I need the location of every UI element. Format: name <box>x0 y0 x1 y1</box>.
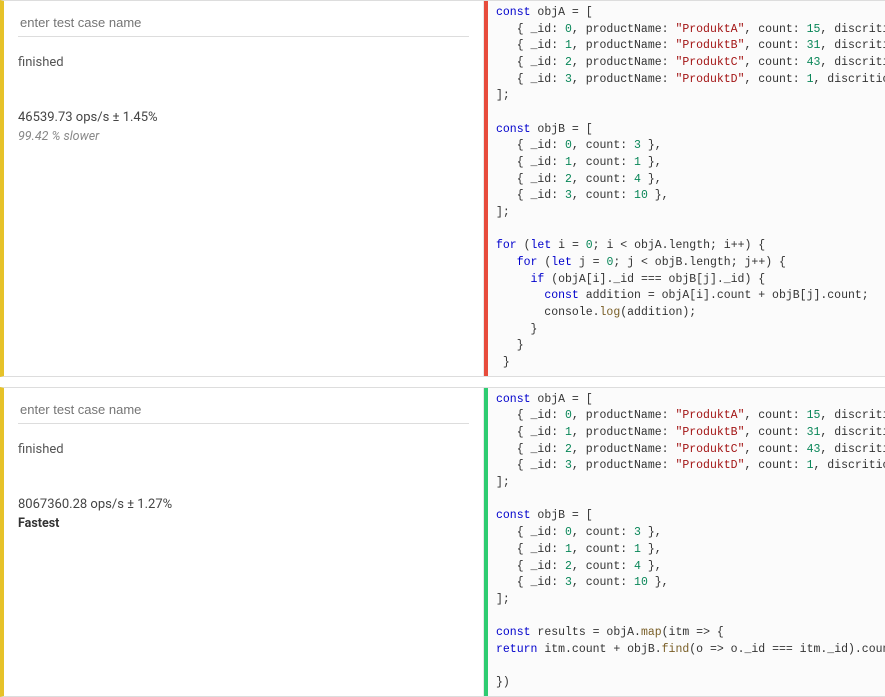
code-pane[interactable]: const objA = [ { _id: 0, productName: "P… <box>484 388 885 696</box>
test-name-input[interactable] <box>18 9 469 37</box>
test-status: finished <box>18 55 469 70</box>
test-case-row: finished 8067360.28 ops/s ± 1.27% Fastes… <box>0 387 885 697</box>
test-left-pane: finished 8067360.28 ops/s ± 1.27% Fastes… <box>4 388 484 696</box>
test-name-input[interactable] <box>18 396 469 424</box>
test-ops: 8067360.28 ops/s ± 1.27% <box>18 497 469 512</box>
test-left-pane: finished 46539.73 ops/s ± 1.45% 99.42 % … <box>4 1 484 376</box>
test-sub-fastest: Fastest <box>18 516 469 531</box>
test-sub-slower: 99.42 % slower <box>18 129 469 144</box>
code-pane[interactable]: const objA = [ { _id: 0, productName: "P… <box>484 1 885 376</box>
test-status: finished <box>18 442 469 457</box>
test-case-row: finished 46539.73 ops/s ± 1.45% 99.42 % … <box>0 0 885 377</box>
test-ops: 46539.73 ops/s ± 1.45% <box>18 110 469 125</box>
